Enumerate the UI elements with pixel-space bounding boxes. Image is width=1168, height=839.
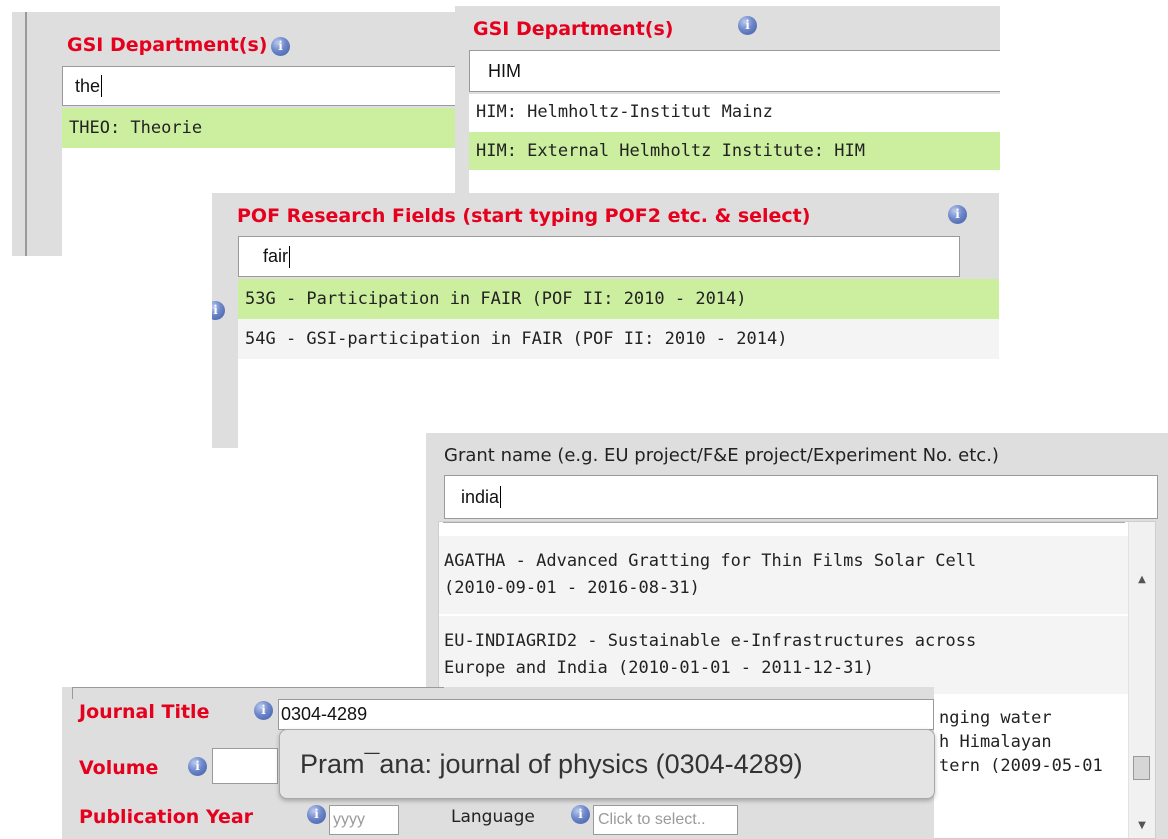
- text-caret: [500, 486, 502, 508]
- journal-title-label: Journal Title: [79, 701, 210, 723]
- info-icon[interactable]: i: [738, 16, 757, 35]
- dropdown-option[interactable]: 54G - GSI-participation in FAIR (POF II:…: [238, 319, 999, 359]
- option-line: h Himalayan: [939, 732, 1052, 752]
- grant-name-input[interactable]: india: [444, 475, 1158, 519]
- option-line: tern (2009-05-01: [939, 756, 1103, 776]
- publication-year-label: Publication Year: [79, 806, 254, 828]
- publication-year-input[interactable]: yyyy: [329, 805, 399, 835]
- dropdown-scrollbar[interactable]: ▲ ▼: [1128, 522, 1155, 838]
- option-text: THEO: Theorie: [69, 118, 203, 138]
- dropdown-option[interactable]: THEO: Theorie: [62, 108, 482, 148]
- gsi-department-input-value: the: [75, 75, 101, 96]
- option-text: HIM: External Helmholtz Institute: HIM: [476, 141, 865, 161]
- scroll-thumb[interactable]: [1133, 756, 1150, 780]
- volume-input[interactable]: [212, 748, 278, 784]
- language-label: Language: [451, 807, 535, 827]
- publication-year-placeholder: yyyy: [333, 811, 365, 828]
- pof-research-fields-input[interactable]: fair: [238, 236, 960, 277]
- cut-off-option: [443, 522, 1125, 535]
- info-icon[interactable]: i: [188, 757, 207, 776]
- scroll-up-icon[interactable]: ▲: [1129, 574, 1155, 585]
- pof-research-fields-label: POF Research Fields (start typing POF2 e…: [237, 205, 811, 227]
- option-line: (2010-09-01 - 2016-08-31): [444, 578, 700, 598]
- option-line: AGATHA - Advanced Gratting for Thin Film…: [444, 551, 977, 571]
- gsi-department-input[interactable]: HIM: [469, 50, 1000, 92]
- dropdown-option[interactable]: AGATHA - Advanced Gratting for Thin Film…: [439, 536, 1155, 614]
- gsi-department-input-value: HIM: [488, 60, 521, 81]
- gsi-department-input[interactable]: the: [62, 66, 482, 106]
- panel-left-border: [25, 12, 27, 256]
- text-caret: [101, 75, 103, 97]
- info-icon[interactable]: i: [212, 301, 225, 320]
- journal-title-value: 0304-4289: [281, 704, 368, 724]
- option-text: 53G - Participation in FAIR (POF II: 201…: [245, 289, 747, 309]
- info-icon[interactable]: i: [271, 37, 290, 56]
- info-icon[interactable]: i: [571, 805, 590, 824]
- language-select[interactable]: Click to select..: [593, 805, 738, 835]
- option-line: Europe and India (2010-01-01 - 2011-12-3…: [444, 658, 874, 678]
- info-icon[interactable]: i: [254, 701, 273, 720]
- dropdown-option[interactable]: 53G - Participation in FAIR (POF II: 201…: [238, 279, 999, 319]
- pof-research-fields-panel: POF Research Fields (start typing POF2 e…: [212, 193, 999, 448]
- option-text: 54G - GSI-participation in FAIR (POF II:…: [245, 329, 788, 349]
- scroll-down-icon[interactable]: ▼: [1129, 820, 1155, 831]
- pof-research-fields-dropdown: 53G - Participation in FAIR (POF II: 201…: [238, 279, 999, 448]
- volume-label: Volume: [79, 757, 159, 779]
- grant-name-label: Grant name (e.g. EU project/F&E project/…: [444, 445, 999, 466]
- gsi-department-label: GSI Department(s): [67, 34, 268, 56]
- journal-suggestion-popup[interactable]: Pram¯ana: journal of physics (0304-4289): [279, 729, 935, 799]
- dropdown-option[interactable]: EU-INDIAGRID2 - Sustainable e-Infrastruc…: [439, 616, 1155, 694]
- info-icon[interactable]: i: [307, 805, 326, 824]
- text-caret: [289, 245, 291, 268]
- panel-top-border: [72, 687, 444, 688]
- panel-left-border: [72, 687, 73, 699]
- journal-suggestion-text: Pram¯ana: journal of physics (0304-4289): [300, 748, 803, 779]
- grant-input-value: india: [461, 486, 500, 507]
- dropdown-option[interactable]: HIM: Helmholtz-Institut Mainz: [469, 94, 1000, 130]
- dropdown-option[interactable]: HIM: External Helmholtz Institute: HIM: [469, 132, 1000, 170]
- bibliographic-panel: Journal Title i 0304-4289 Volume i Publi…: [62, 687, 935, 839]
- gsi-department-label: GSI Department(s): [473, 18, 674, 40]
- language-placeholder: Click to select..: [598, 811, 706, 828]
- option-text: HIM: Helmholtz-Institut Mainz: [476, 102, 773, 122]
- gsi-department-panel-2: GSI Department(s) i HIM HIM: Helmholtz-I…: [455, 6, 1000, 210]
- journal-title-input[interactable]: 0304-4289: [278, 699, 934, 730]
- option-line: nging water: [939, 708, 1052, 728]
- pof-input-value: fair: [263, 246, 289, 266]
- option-line: EU-INDIAGRID2 - Sustainable e-Infrastruc…: [444, 631, 977, 651]
- info-icon[interactable]: i: [948, 205, 967, 224]
